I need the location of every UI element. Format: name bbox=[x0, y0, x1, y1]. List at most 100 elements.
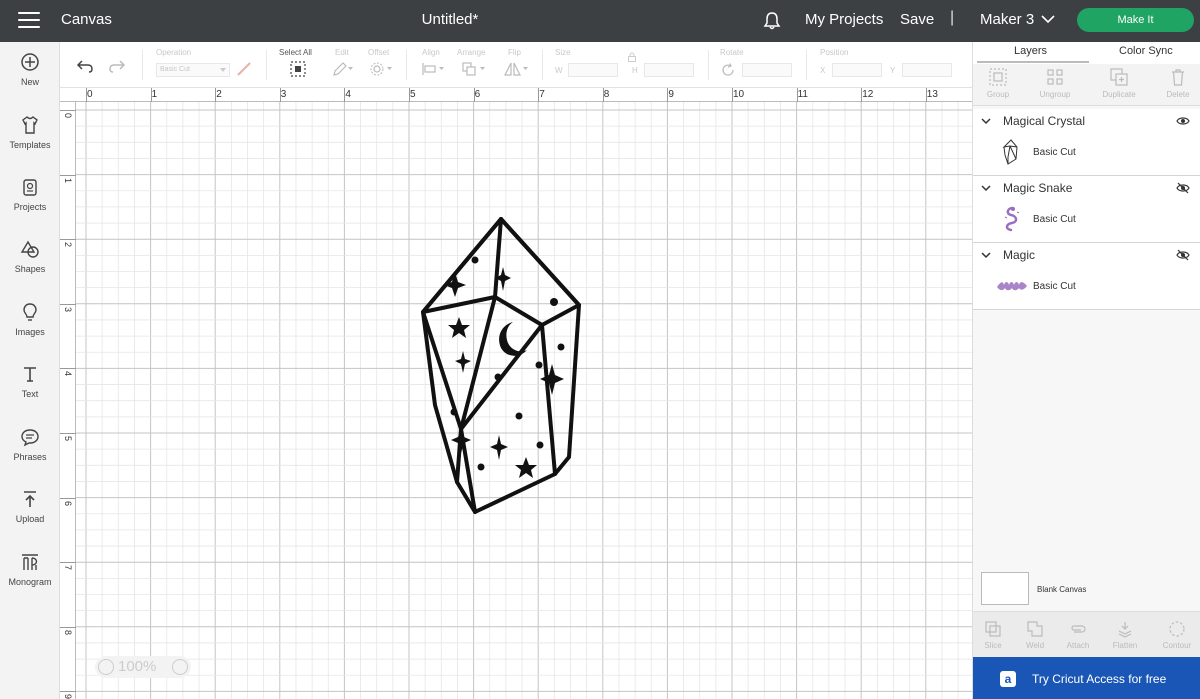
layer-group-magic[interactable]: Magic Basic Cut bbox=[973, 243, 1200, 310]
align-icon[interactable] bbox=[422, 62, 446, 76]
ungroup-icon bbox=[1047, 69, 1063, 85]
snake-thumbnail bbox=[1004, 206, 1020, 232]
layer-group-magic-snake[interactable]: Magic Snake Basic Cut bbox=[973, 176, 1200, 243]
chevron-down-icon[interactable] bbox=[981, 250, 991, 260]
blank-canvas-label: Blank Canvas bbox=[1037, 585, 1087, 594]
make-it-button[interactable]: Make It bbox=[1077, 8, 1194, 32]
sidebar-item-label: Projects bbox=[13, 202, 47, 212]
rotate-label: Rotate bbox=[720, 48, 744, 57]
offset-icon[interactable] bbox=[370, 62, 394, 76]
ruler-tick bbox=[215, 88, 217, 102]
pen-color-icon[interactable] bbox=[236, 61, 252, 77]
ruler-tick-label: 9 bbox=[668, 89, 674, 100]
ruler-tick bbox=[602, 88, 604, 102]
sidebar-item-new[interactable]: New bbox=[0, 52, 60, 87]
ruler-tick bbox=[60, 691, 76, 693]
ruler-tick bbox=[60, 110, 76, 111]
magic-word-thumbnail bbox=[997, 282, 1027, 291]
duplicate-icon bbox=[1110, 68, 1128, 86]
my-projects-link[interactable]: My Projects bbox=[805, 11, 883, 28]
sidebar-item-shapes[interactable]: Shapes bbox=[0, 239, 60, 274]
sidebar-item-phrases[interactable]: Phrases bbox=[0, 427, 60, 462]
width-input[interactable] bbox=[568, 63, 618, 77]
sidebar-item-label: New bbox=[20, 77, 39, 87]
sidebar-item-projects[interactable]: Projects bbox=[0, 177, 60, 212]
redo-icon[interactable] bbox=[108, 59, 126, 73]
slice-button[interactable]: Slice bbox=[973, 620, 1013, 650]
chevron-down-icon[interactable] bbox=[1041, 14, 1055, 24]
ruler-horizontal: 0 1 2 3 4 5 6 7 8 9 10 11 12 13 bbox=[60, 88, 972, 102]
layers-panel: Layers Color Sync Group Ungroup Duplicat… bbox=[972, 42, 1200, 699]
shirt-icon bbox=[22, 116, 38, 134]
sidebar-item-upload[interactable]: Upload bbox=[0, 489, 60, 524]
rotate-input[interactable] bbox=[742, 63, 792, 77]
eye-hidden-icon[interactable] bbox=[1176, 182, 1190, 194]
ruler-tick-label: 0 bbox=[63, 113, 73, 119]
ruler-vertical: 0 1 2 3 4 5 6 7 8 9 bbox=[60, 102, 76, 699]
ruler-tick bbox=[538, 88, 540, 102]
design-canvas[interactable] bbox=[76, 102, 972, 699]
ruler-tick-label: 8 bbox=[63, 629, 73, 635]
contour-button[interactable]: Contour bbox=[1157, 620, 1197, 650]
sidebar-item-text[interactable]: Text bbox=[0, 364, 60, 399]
layer-operation: Basic Cut bbox=[1033, 214, 1076, 225]
lock-icon[interactable] bbox=[627, 52, 637, 62]
layer-group-magical-crystal[interactable]: Magical Crystal Basic Cut bbox=[973, 109, 1200, 176]
rotate-icon[interactable] bbox=[721, 63, 735, 77]
ruler-tick-label: 8 bbox=[603, 89, 610, 100]
eye-icon[interactable] bbox=[1176, 115, 1190, 127]
x-input[interactable] bbox=[832, 63, 882, 77]
toolbar-divider bbox=[806, 50, 807, 80]
ruler-tick-label: 4 bbox=[345, 89, 351, 100]
zoom-level: 100% bbox=[118, 658, 157, 675]
delete-button[interactable]: Delete bbox=[1153, 68, 1200, 99]
upload-icon bbox=[24, 491, 36, 507]
ruler-tick-label: 2 bbox=[216, 89, 222, 100]
tab-color-sync[interactable]: Color Sync bbox=[1119, 45, 1173, 57]
operation-select[interactable]: Basic Cut bbox=[156, 63, 230, 77]
sidebar-item-templates[interactable]: Templates bbox=[0, 115, 60, 150]
tab-layers[interactable]: Layers bbox=[1014, 45, 1047, 57]
magical-crystal-design[interactable] bbox=[421, 217, 591, 527]
cricut-access-banner[interactable]: a Try Cricut Access for free bbox=[973, 657, 1200, 699]
select-all-icon[interactable] bbox=[290, 61, 306, 77]
flip-icon[interactable] bbox=[504, 62, 530, 76]
bell-icon[interactable] bbox=[762, 11, 782, 31]
weld-button[interactable]: Weld bbox=[1015, 620, 1055, 650]
height-input[interactable] bbox=[644, 63, 694, 77]
sidebar-item-images[interactable]: Images bbox=[0, 302, 60, 337]
shapes-icon bbox=[20, 240, 39, 258]
arrange-icon[interactable] bbox=[462, 62, 488, 76]
group-button[interactable]: Group bbox=[973, 68, 1023, 99]
sidebar-item-monogram[interactable]: Monogram bbox=[0, 552, 60, 587]
ruler-tick bbox=[60, 174, 76, 176]
y-label: Y bbox=[890, 66, 896, 75]
attach-button[interactable]: Attach bbox=[1058, 620, 1098, 650]
flatten-button[interactable]: Flatten bbox=[1105, 620, 1145, 650]
chevron-down-icon[interactable] bbox=[981, 183, 991, 193]
ruler-tick bbox=[60, 497, 76, 499]
sidebar-item-label: Shapes bbox=[14, 264, 46, 274]
y-input[interactable] bbox=[902, 63, 952, 77]
ruler-tick bbox=[732, 88, 733, 102]
delete-label: Delete bbox=[1166, 90, 1190, 99]
eye-hidden-icon[interactable] bbox=[1176, 249, 1190, 261]
undo-icon[interactable] bbox=[76, 59, 94, 73]
edit-label: Edit bbox=[335, 48, 349, 57]
machine-select[interactable]: Maker 3 bbox=[980, 11, 1034, 28]
slice-icon bbox=[985, 621, 1001, 637]
duplicate-button[interactable]: Duplicate bbox=[1094, 68, 1144, 99]
ungroup-button[interactable]: Ungroup bbox=[1030, 68, 1080, 99]
blank-canvas-swatch[interactable] bbox=[981, 572, 1029, 605]
zoom-in-button[interactable] bbox=[172, 659, 188, 675]
save-link[interactable]: Save bbox=[900, 11, 934, 28]
operation-label: Operation bbox=[156, 48, 192, 57]
select-all-label: Select All bbox=[279, 48, 312, 57]
edit-pencil-icon[interactable] bbox=[332, 62, 354, 76]
duplicate-label: Duplicate bbox=[1102, 90, 1136, 99]
sidebar-item-label: Text bbox=[21, 389, 39, 399]
chevron-down-icon[interactable] bbox=[981, 116, 991, 126]
weld-icon bbox=[1027, 621, 1043, 637]
ruler-tick bbox=[279, 88, 281, 102]
zoom-out-button[interactable] bbox=[98, 659, 114, 675]
